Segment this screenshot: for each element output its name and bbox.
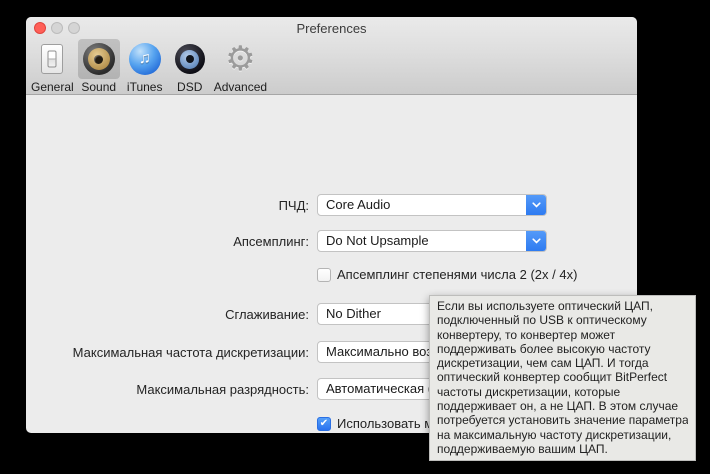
- dropdown-value: Автоматическая (: [326, 379, 432, 399]
- toolbar-item-label: Sound: [81, 80, 116, 94]
- toolbar-item-label: General: [31, 80, 74, 94]
- field-label: Максимальная частота дискретизации:: [26, 345, 309, 360]
- gear-icon: ⚙: [225, 42, 255, 76]
- toolbar-item-advanced[interactable]: ⚙ Advanced: [214, 39, 267, 94]
- checkbox-unchecked-icon[interactable]: [317, 268, 331, 282]
- titlebar: Preferences: [26, 17, 637, 39]
- tooltip-line: конвертеру, то конвертер может: [437, 328, 688, 342]
- toolbar-item-dsd[interactable]: DSD: [170, 39, 210, 94]
- dropdown-value: No Dither: [326, 304, 381, 324]
- music-note-icon: ♫: [129, 43, 161, 75]
- checkbox-checked-icon[interactable]: ✔: [317, 417, 331, 431]
- checkbox-power-of-2-upsampling[interactable]: Апсемплинг степенями числа 2 (2x / 4x): [317, 267, 577, 282]
- field-label: Максимальная разрядность:: [26, 382, 309, 397]
- traffic-lights: [34, 22, 80, 34]
- tooltip-line: оптический конвертер сообщит BitPerfect: [437, 370, 688, 384]
- field-label: Апсемплинг:: [26, 234, 309, 249]
- tooltip-line: потребуется установить значение параметр…: [437, 413, 688, 427]
- tooltip-line: Если вы используете оптический ЦАП,: [437, 299, 688, 313]
- light-switch-icon: [41, 44, 63, 74]
- field-label: ПЧД:: [26, 198, 309, 213]
- toolbar-item-sound[interactable]: Sound: [78, 39, 120, 94]
- minimize-button-icon[interactable]: [51, 22, 63, 34]
- tooltip-line: подключенный по USB к оптическому: [437, 313, 688, 327]
- tooltip-line: частоты дискретизации, которые: [437, 385, 688, 399]
- dropdown-value: Do Not Upsample: [326, 231, 429, 251]
- tooltip-line: дискретизации, чем сам ЦАП. И тогда: [437, 356, 688, 370]
- tooltip-line: поддерживаемую вашим ЦАП.: [437, 442, 688, 456]
- zoom-button-icon[interactable]: [68, 22, 80, 34]
- field-label: Сглаживание:: [26, 307, 309, 322]
- help-tooltip: Если вы используете оптический ЦАП, подк…: [429, 295, 696, 461]
- window-title: Preferences: [296, 21, 366, 36]
- toolbar-item-label: iTunes: [127, 80, 163, 94]
- tooltip-line: поддерживает он, а не ЦАП. В этом случае: [437, 399, 688, 413]
- toolbar-item-label: DSD: [177, 80, 202, 94]
- row-pchd: ПЧД: Core Audio: [26, 194, 637, 216]
- dropdown-value: Core Audio: [326, 195, 390, 215]
- toolbar-item-itunes[interactable]: ♫ iTunes: [124, 39, 166, 94]
- toolbar-item-label: Advanced: [214, 80, 267, 94]
- close-button-icon[interactable]: [34, 22, 46, 34]
- preferences-toolbar: General Sound ♫ iTunes: [26, 39, 637, 95]
- toolbar-item-general[interactable]: General: [31, 39, 74, 94]
- checkbox-use-max[interactable]: ✔ Использовать м: [317, 416, 433, 431]
- row-upsampling: Апсемплинг: Do Not Upsample: [26, 230, 637, 252]
- checkbox-label: Использовать м: [337, 416, 433, 431]
- chevron-down-icon: [526, 195, 546, 215]
- speaker-icon: [83, 43, 115, 75]
- tooltip-line: на максимальную частоту дискретизации,: [437, 428, 688, 442]
- chevron-down-icon: [526, 231, 546, 251]
- audio-system-dropdown[interactable]: Core Audio: [317, 194, 547, 216]
- tooltip-line: поддерживать более высокую частоту: [437, 342, 688, 356]
- window-header: Preferences General Sound: [26, 17, 637, 95]
- upsampling-dropdown[interactable]: Do Not Upsample: [317, 230, 547, 252]
- blue-speaker-icon: [175, 44, 205, 74]
- checkbox-label: Апсемплинг степенями числа 2 (2x / 4x): [337, 267, 577, 282]
